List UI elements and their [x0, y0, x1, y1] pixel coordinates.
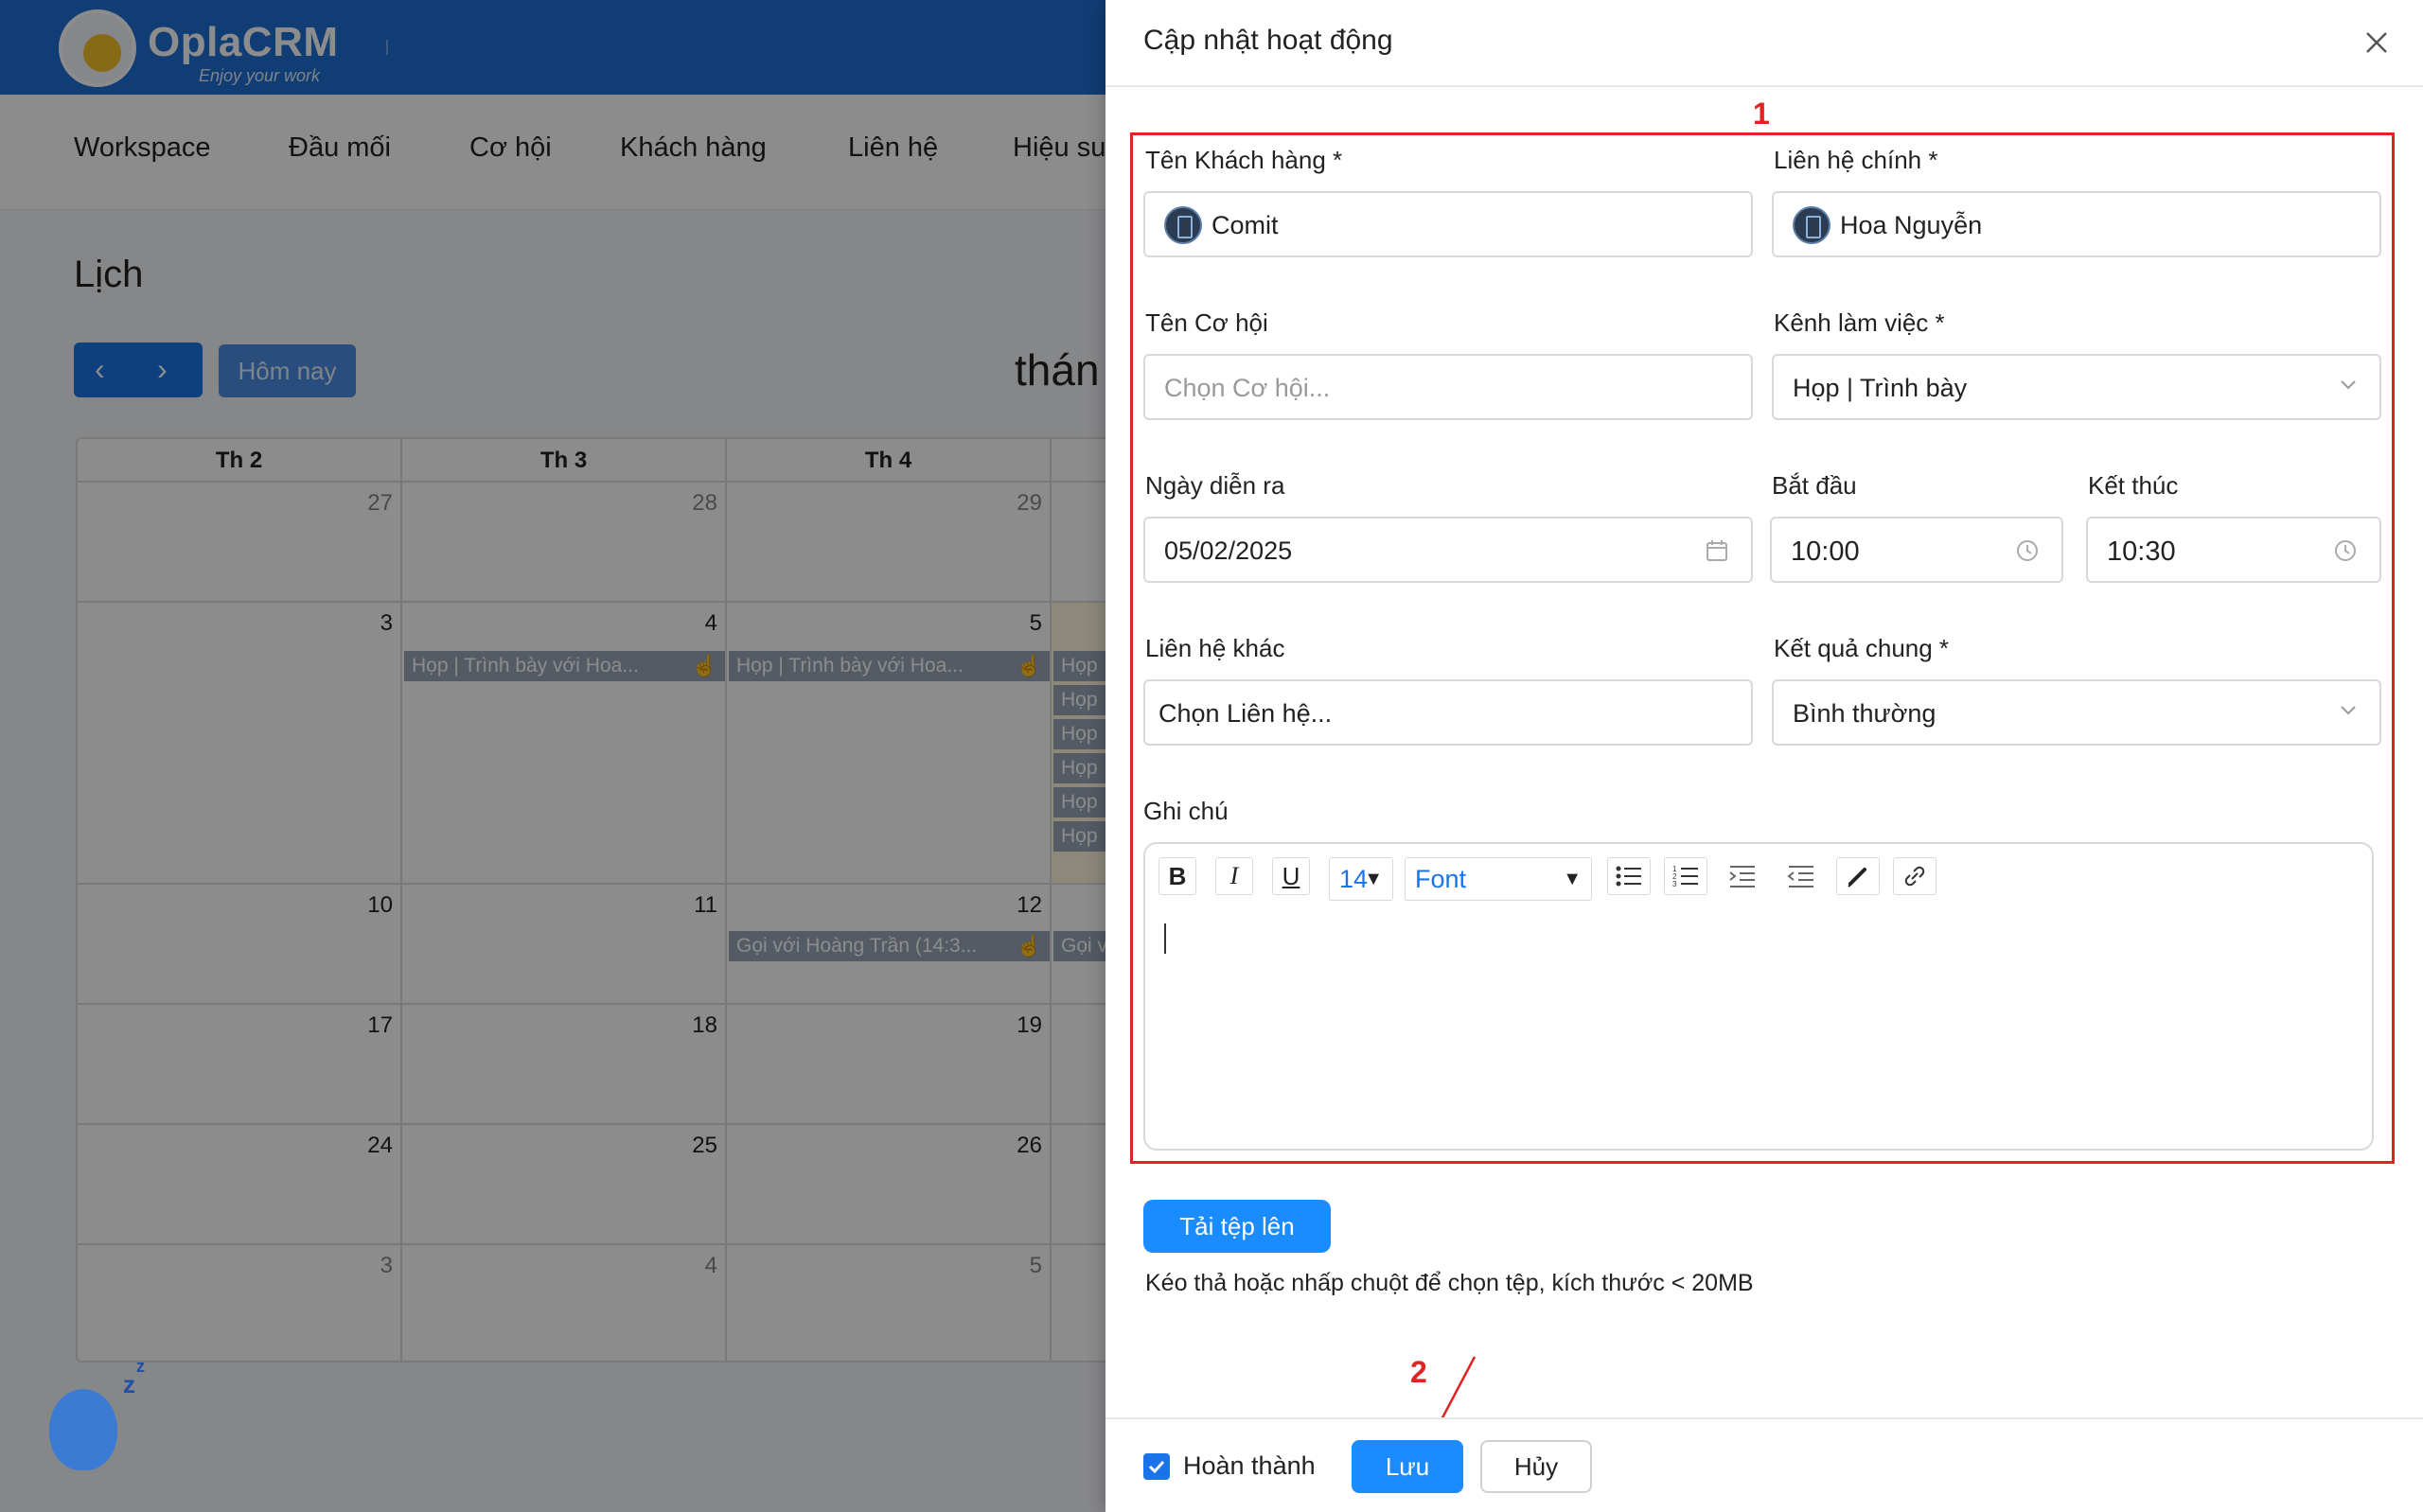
- end-time-picker[interactable]: 10:30: [2086, 517, 2381, 583]
- font-family-value: Font: [1415, 865, 1467, 893]
- drawer-header: Cập nhật hoạt động: [1105, 0, 2423, 87]
- date-value: 05/02/2025: [1164, 536, 1293, 565]
- marker-icon: [1848, 868, 1866, 888]
- customer-select[interactable]: Comit: [1143, 191, 1753, 257]
- link-icon: [1904, 866, 1925, 887]
- indent-icon: [1729, 866, 1755, 888]
- text-cursor: [1164, 923, 1166, 954]
- start-time-label: Bắt đầu: [1772, 471, 1857, 500]
- numbered-list-button[interactable]: 123: [1664, 857, 1707, 895]
- other-contacts-value: Chọn Liên hệ...: [1158, 699, 1333, 728]
- other-contacts-label: Liên hệ khác: [1145, 634, 1285, 662]
- result-label: Kết quả chung *: [1774, 634, 1950, 662]
- start-time-picker[interactable]: 10:00: [1770, 517, 2063, 583]
- channel-select[interactable]: Họp | Trình bày: [1772, 354, 2381, 420]
- bullet-list-icon: [1616, 866, 1641, 887]
- notes-label: Ghi chú: [1143, 797, 1229, 825]
- complete-checkbox[interactable]: [1143, 1453, 1170, 1480]
- contact-avatar: [1793, 206, 1831, 244]
- complete-label[interactable]: Hoàn thành: [1183, 1451, 1316, 1481]
- main-contact-value: Hoa Nguyễn: [1840, 211, 1983, 239]
- sleep-z-icon: z: [123, 1370, 135, 1398]
- result-select[interactable]: Bình thường: [1772, 679, 2381, 746]
- caret-down-icon: ▼: [1364, 869, 1383, 889]
- caret-down-icon: ▼: [1563, 869, 1582, 889]
- highlight-button[interactable]: [1836, 857, 1880, 895]
- save-button[interactable]: Lưu: [1352, 1440, 1463, 1493]
- underline-button[interactable]: U: [1272, 857, 1310, 895]
- result-value: Bình thường: [1793, 699, 1937, 728]
- main-contact-label: Liên hệ chính *: [1774, 146, 1938, 174]
- opportunity-placeholder: Chọn Cơ hội...: [1164, 374, 1331, 402]
- chevron-down-icon: [2341, 706, 2356, 715]
- svg-text:3: 3: [1672, 880, 1677, 888]
- bullet-list-button[interactable]: [1607, 857, 1651, 895]
- mascot-egg-icon[interactable]: [49, 1389, 117, 1470]
- link-button[interactable]: [1893, 857, 1937, 895]
- company-avatar: [1164, 206, 1202, 244]
- outdent-icon: [1787, 866, 1813, 888]
- drawer-footer: Hoàn thành Lưu Hủy: [1105, 1417, 2423, 1512]
- chevron-down-icon: [2341, 380, 2356, 390]
- channel-label: Kênh làm việc *: [1774, 308, 1945, 337]
- date-label: Ngày diễn ra: [1145, 471, 1285, 500]
- close-icon[interactable]: [2361, 26, 2393, 59]
- main-contact-select[interactable]: Hoa Nguyễn: [1772, 191, 2381, 257]
- end-time-value: 10:30: [2107, 536, 2176, 567]
- calendar-icon: [1707, 540, 1727, 561]
- upload-hint: Kéo thả hoặc nhấp chuột để chọn tệp, kíc…: [1145, 1270, 1754, 1296]
- clock-icon: [2017, 540, 2038, 561]
- indent-button[interactable]: [1721, 857, 1764, 895]
- customer-value: Comit: [1212, 211, 1279, 239]
- other-contacts-select[interactable]: Chọn Liên hệ...: [1143, 679, 1753, 746]
- start-time-value: 10:00: [1791, 536, 1860, 567]
- cancel-button[interactable]: Hủy: [1480, 1440, 1592, 1493]
- outdent-button[interactable]: [1779, 857, 1823, 895]
- clock-icon: [2335, 540, 2356, 561]
- modal-backdrop[interactable]: [0, 0, 1105, 1512]
- annotation-number-1: 1: [1753, 97, 1770, 131]
- date-picker[interactable]: 05/02/2025: [1143, 517, 1753, 583]
- notes-editor[interactable]: B I U 14 ▼ Font ▼ 123: [1143, 842, 2374, 1151]
- bold-button[interactable]: B: [1158, 857, 1196, 895]
- customer-label: Tên Khách hàng *: [1145, 146, 1343, 174]
- sleep-z-icon: z: [136, 1357, 145, 1376]
- font-family-select[interactable]: Font ▼: [1405, 857, 1592, 901]
- italic-button[interactable]: I: [1215, 857, 1253, 895]
- opportunity-select[interactable]: Chọn Cơ hội...: [1143, 354, 1753, 420]
- opportunity-label: Tên Cơ hội: [1145, 308, 1268, 337]
- update-activity-drawer: Cập nhật hoạt động 1 Tên Khách hàng * Co…: [1105, 0, 2423, 1512]
- check-icon: [1148, 1460, 1165, 1474]
- font-size-select[interactable]: 14 ▼: [1329, 857, 1393, 901]
- end-time-label: Kết thúc: [2088, 471, 2179, 500]
- drawer-title: Cập nhật hoạt động: [1143, 25, 1393, 56]
- numbered-list-icon: 123: [1672, 865, 1698, 888]
- channel-value: Họp | Trình bày: [1793, 374, 1968, 402]
- upload-file-button[interactable]: Tải tệp lên: [1143, 1200, 1331, 1253]
